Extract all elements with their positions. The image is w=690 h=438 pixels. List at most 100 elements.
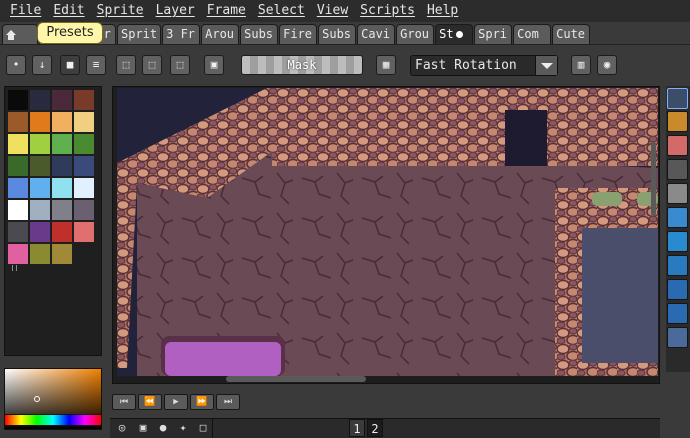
frame-number-2[interactable]: 2	[367, 419, 383, 437]
sprite-canvas[interactable]	[117, 88, 658, 376]
eraser-icon[interactable]	[667, 135, 688, 156]
eyedropper-icon[interactable]	[667, 159, 688, 180]
vertical-scrollbar[interactable]	[651, 142, 656, 216]
selection-add-icon[interactable]: ⬚	[142, 55, 162, 75]
frame-number-1[interactable]: 1	[349, 419, 365, 437]
chevron-down-icon[interactable]	[535, 56, 557, 75]
eye-icon[interactable]: ◉	[597, 55, 617, 75]
palette-swatch[interactable]	[8, 178, 28, 198]
palette-swatch[interactable]	[8, 200, 28, 220]
rectangle-icon[interactable]	[667, 279, 688, 300]
palette-swatch[interactable]	[30, 134, 50, 154]
tab-12[interactable]: Spri	[474, 24, 513, 44]
tab-3[interactable]: Sprit	[117, 24, 162, 44]
menu-help[interactable]: Help	[421, 0, 464, 22]
tab-4[interactable]: 3 Fr	[162, 24, 201, 44]
tab-5[interactable]: Arou	[201, 24, 240, 44]
palette-swatch[interactable]	[52, 156, 72, 176]
play-icon[interactable]: ▶	[164, 394, 188, 410]
menu-file[interactable]: File	[4, 0, 47, 22]
tab-9[interactable]: Cavi	[357, 24, 396, 44]
palette-swatch[interactable]	[52, 200, 72, 220]
palette-swatch[interactable]	[52, 134, 72, 154]
link-cels-icon[interactable]: ✦	[176, 421, 190, 435]
color-cursor-icon[interactable]	[34, 396, 40, 402]
document-tabs: urc 3 Fr Sprit 3 Fr Arou Subs Fire Subs …	[0, 22, 690, 44]
palette-swatch[interactable]	[74, 222, 94, 242]
palette-swatch[interactable]	[8, 244, 28, 264]
tab-14[interactable]: Cute	[552, 24, 591, 44]
palette-swatch[interactable]	[74, 156, 94, 176]
pencil-icon[interactable]	[667, 111, 688, 132]
palette-swatch[interactable]	[74, 134, 94, 154]
rotation-algorithm-select[interactable]: Fast Rotation	[410, 55, 558, 76]
menu-view[interactable]: View	[311, 0, 354, 22]
transparent-color-icon[interactable]: ▣	[204, 55, 224, 75]
contour-icon[interactable]	[667, 303, 688, 324]
palette-swatch[interactable]	[52, 222, 72, 242]
palette-swatch[interactable]	[74, 178, 94, 198]
mask-color-button[interactable]: Mask	[241, 55, 363, 75]
palette-swatch[interactable]	[30, 178, 50, 198]
palette-swatch[interactable]	[8, 112, 28, 132]
palette-swatch[interactable]	[30, 244, 50, 264]
next-frame-icon[interactable]: ⏩	[190, 394, 214, 410]
palette-swatch[interactable]	[52, 244, 72, 264]
tab-10[interactable]: Grou	[396, 24, 435, 44]
lock-icon[interactable]: ▣	[136, 421, 150, 435]
palette-swatch[interactable]	[8, 134, 28, 154]
palette-swatch[interactable]	[52, 178, 72, 198]
rectangular-marquee-icon[interactable]	[667, 88, 688, 109]
hue-slider[interactable]	[4, 414, 102, 426]
palette-resize-handle-icon[interactable]	[12, 265, 17, 271]
horizontal-scrollbar[interactable]	[226, 376, 366, 382]
palette-swatch[interactable]	[8, 222, 28, 242]
menu-frame[interactable]: Frame	[201, 0, 252, 22]
modified-dot-icon[interactable]	[455, 31, 463, 38]
first-frame-icon[interactable]: ⏮	[112, 394, 136, 410]
previous-frame-icon[interactable]: ⏪	[138, 394, 162, 410]
tab-active[interactable]: St	[435, 24, 474, 44]
menu-sprite[interactable]: Sprite	[91, 0, 150, 22]
layer-continuous-icon[interactable]: □	[196, 421, 210, 435]
eye-toggle-icon[interactable]: ◎	[115, 421, 129, 435]
tab-6[interactable]: Subs	[240, 24, 279, 44]
timeline	[110, 418, 660, 438]
menu-scripts[interactable]: Scripts	[354, 0, 421, 22]
blur-icon[interactable]	[667, 327, 688, 348]
move-icon[interactable]	[667, 207, 688, 228]
pivot-icon[interactable]: •	[6, 55, 26, 75]
palette-swatch[interactable]	[74, 112, 94, 132]
arrow-down-icon[interactable]: ↓	[32, 55, 52, 75]
tab-home[interactable]	[2, 24, 38, 44]
presets-button[interactable]: ■	[60, 55, 80, 75]
palette-swatch[interactable]	[30, 200, 50, 220]
palette-swatch[interactable]	[30, 222, 50, 242]
menu-edit[interactable]: Edit	[47, 0, 90, 22]
tab-13[interactable]: Com	[513, 24, 552, 44]
paint-bucket-icon[interactable]	[667, 231, 688, 252]
last-frame-icon[interactable]: ⏭	[216, 394, 240, 410]
onion-skin-icon[interactable]: ●	[156, 421, 170, 435]
menu-layer[interactable]: Layer	[150, 0, 201, 22]
tab-8[interactable]: Subs	[318, 24, 357, 44]
palette-swatch[interactable]	[74, 90, 94, 110]
line-icon[interactable]	[667, 255, 688, 276]
palette-swatch[interactable]	[30, 112, 50, 132]
pixel-grid-icon[interactable]: ▦	[376, 55, 396, 75]
selection-replace-icon[interactable]: ⬚	[116, 55, 136, 75]
menu-select[interactable]: Select	[252, 0, 311, 22]
home-icon	[6, 29, 17, 40]
palette-swatch[interactable]	[52, 112, 72, 132]
drop-pixels-icon[interactable]: ▥	[571, 55, 591, 75]
zoom-icon[interactable]	[667, 183, 688, 204]
palette-swatch[interactable]	[52, 90, 72, 110]
palette-swatch[interactable]	[74, 200, 94, 220]
palette-swatch[interactable]	[30, 90, 50, 110]
palette-swatch[interactable]	[30, 156, 50, 176]
palette-swatch[interactable]	[8, 90, 28, 110]
selection-subtract-icon[interactable]: ⬚	[170, 55, 190, 75]
menu-lines-icon[interactable]: ≡	[86, 55, 106, 75]
tab-7[interactable]: Fire	[279, 24, 318, 44]
palette-swatch[interactable]	[8, 156, 28, 176]
